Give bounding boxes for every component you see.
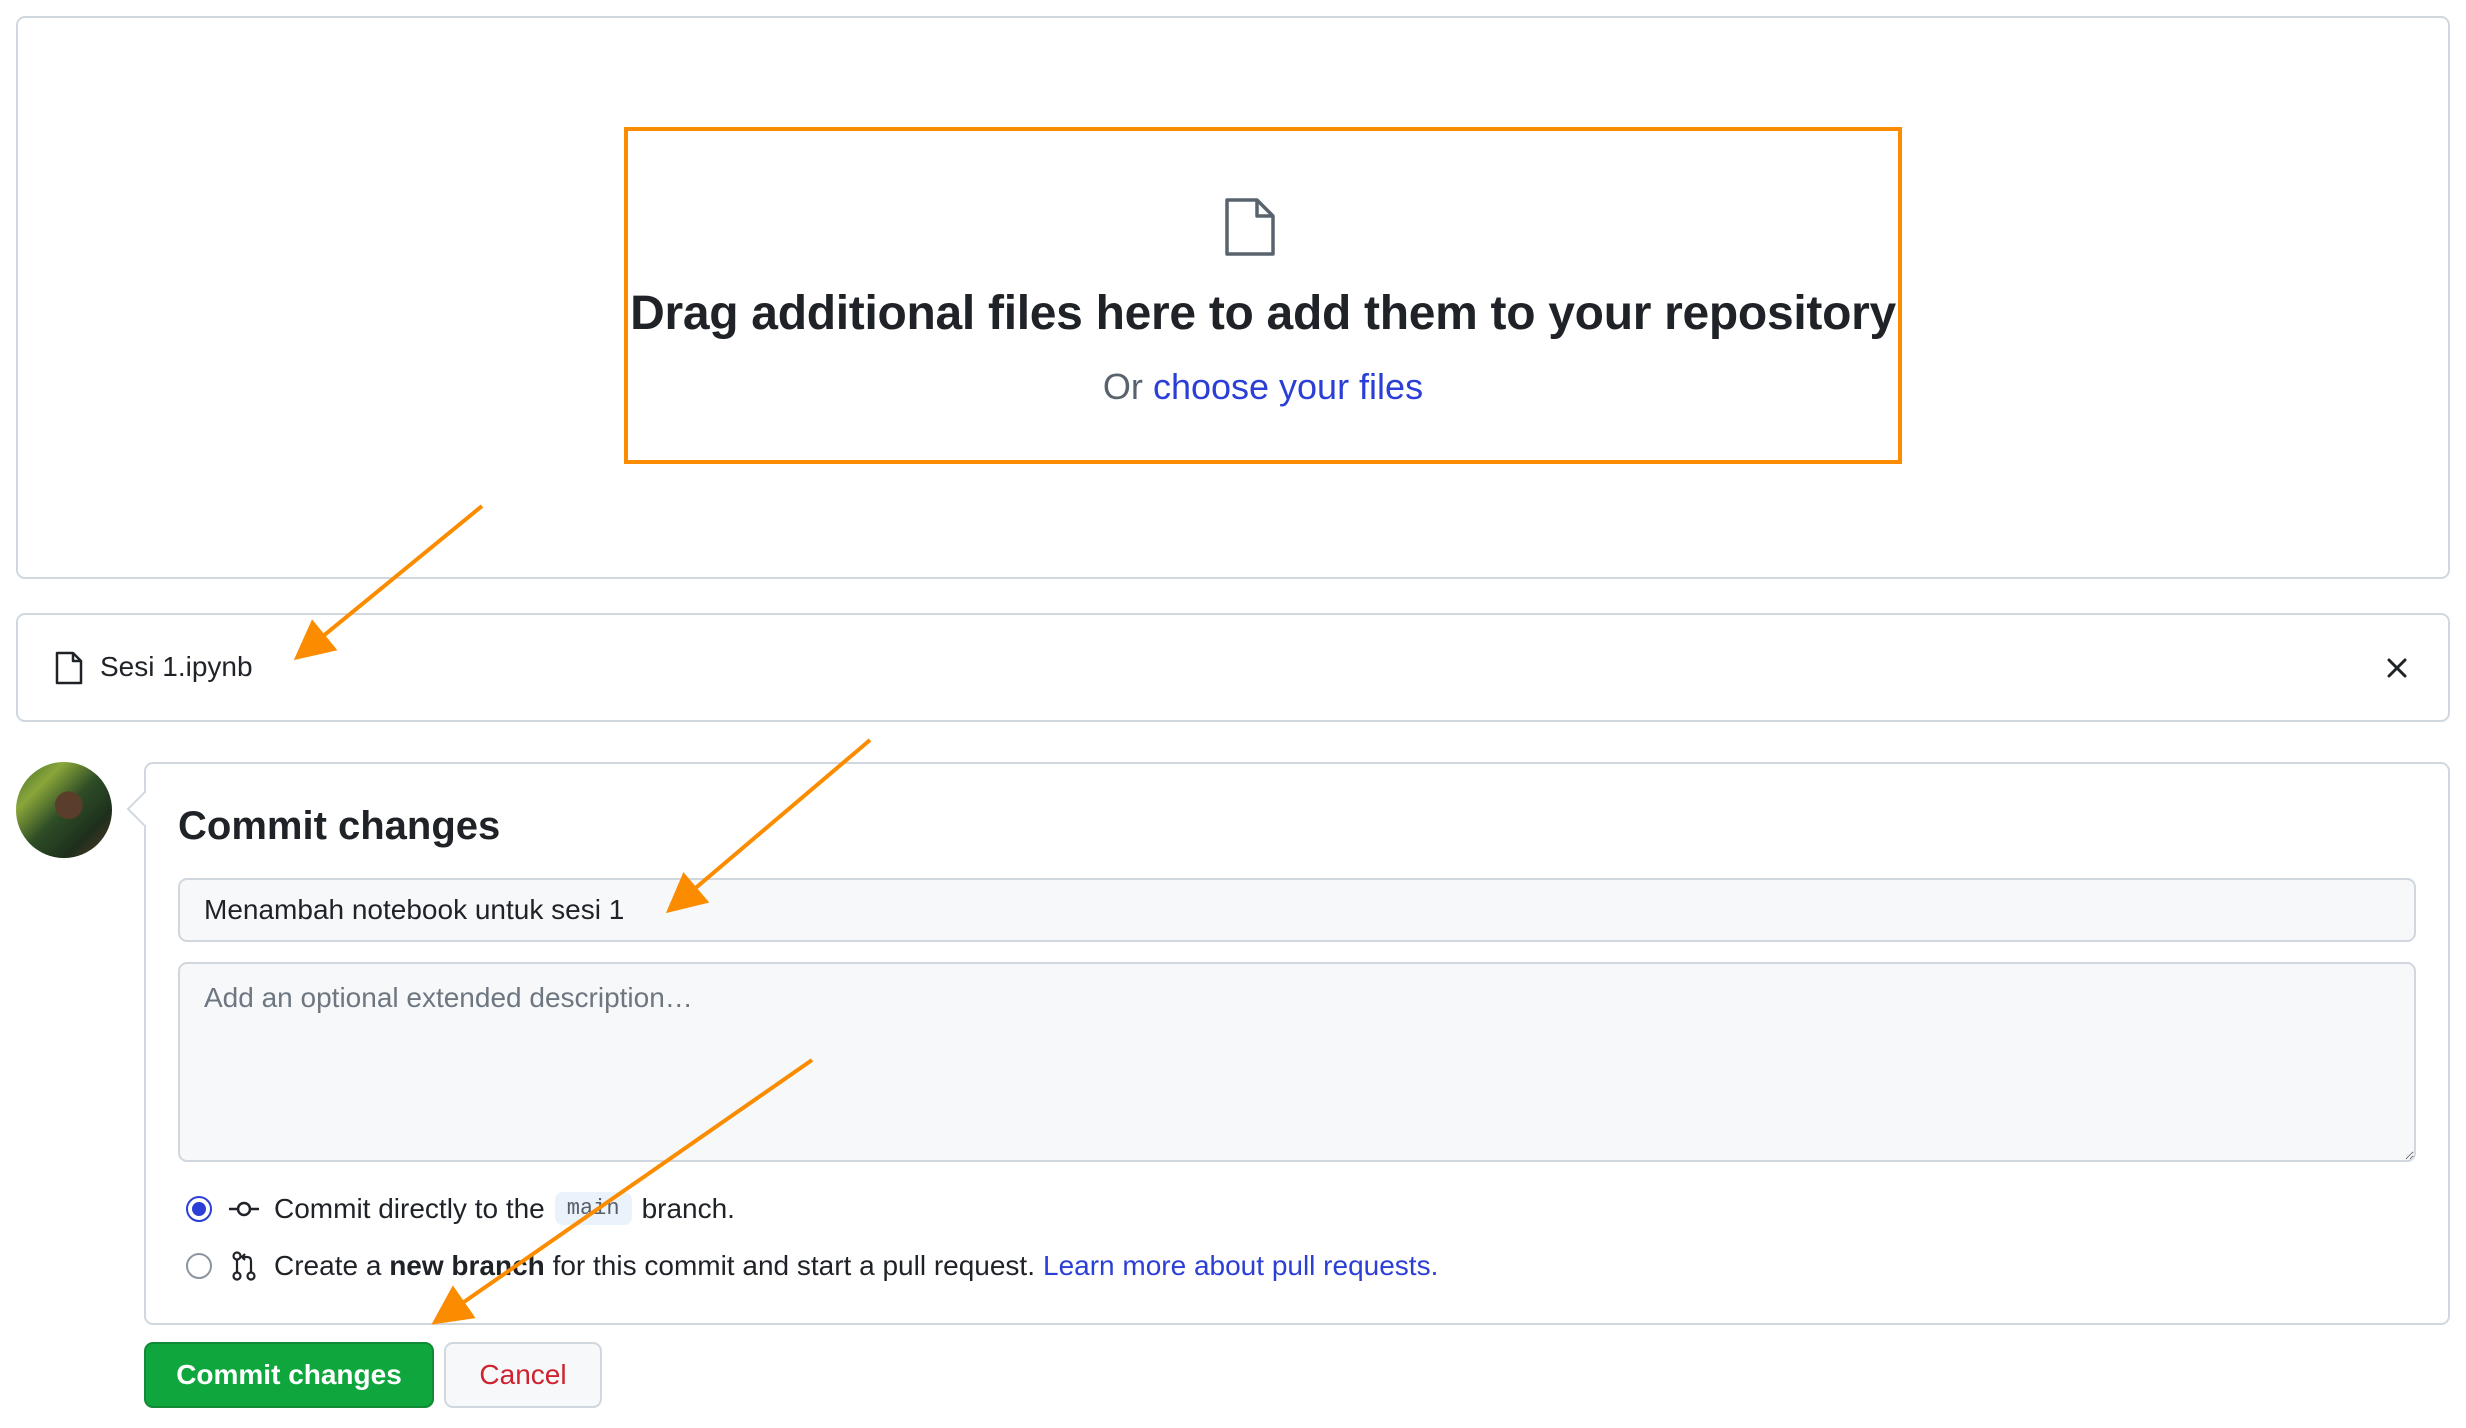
new-branch-bold: new branch <box>389 1250 545 1281</box>
git-pull-request-icon <box>228 1251 260 1281</box>
uploaded-file-row: Sesi 1.ipynb <box>16 613 2450 722</box>
commit-direct-text-end: branch. <box>641 1192 735 1224</box>
file-icon <box>55 651 83 685</box>
commit-heading: Commit changes <box>178 804 501 848</box>
remove-file-button[interactable] <box>2380 651 2414 685</box>
new-branch-text: Create a <box>274 1250 382 1281</box>
new-branch-option[interactable]: Create a new branch for this commit and … <box>186 1250 1438 1282</box>
pull-requests-learn-more-link[interactable]: Learn more about pull requests. <box>1043 1250 1438 1282</box>
commit-summary-input[interactable] <box>178 878 2416 942</box>
commit-direct-radio[interactable] <box>186 1195 212 1222</box>
commit-changes-button[interactable]: Commit changes <box>144 1342 434 1408</box>
new-branch-radio[interactable] <box>186 1253 212 1279</box>
commit-direct-text: Commit directly to the <box>274 1192 545 1224</box>
file-dropzone[interactable]: Drag additional files here to add them t… <box>16 16 2450 579</box>
commit-direct-option[interactable]: Commit directly to the main branch. <box>186 1192 735 1225</box>
close-icon <box>2387 658 2407 678</box>
avatar <box>16 762 112 858</box>
dropzone-prefix: Or <box>1102 366 1143 407</box>
commit-form: Commit changes Commit directly to the ma… <box>144 762 2450 1325</box>
file-name: Sesi 1.ipynb <box>100 651 253 682</box>
git-commit-icon <box>228 1195 260 1223</box>
dropzone-subtitle: Or choose your files <box>624 366 1902 408</box>
choose-files-link[interactable]: choose your files <box>1153 366 1423 407</box>
dropzone-title: Drag additional files here to add them t… <box>630 287 1896 340</box>
cancel-button[interactable]: Cancel <box>444 1342 602 1408</box>
file-icon <box>1225 198 1275 256</box>
commit-description-input[interactable] <box>178 962 2416 1162</box>
branch-name-chip: main <box>554 1192 632 1225</box>
new-branch-text-end: for this commit and start a pull request… <box>552 1250 1035 1281</box>
